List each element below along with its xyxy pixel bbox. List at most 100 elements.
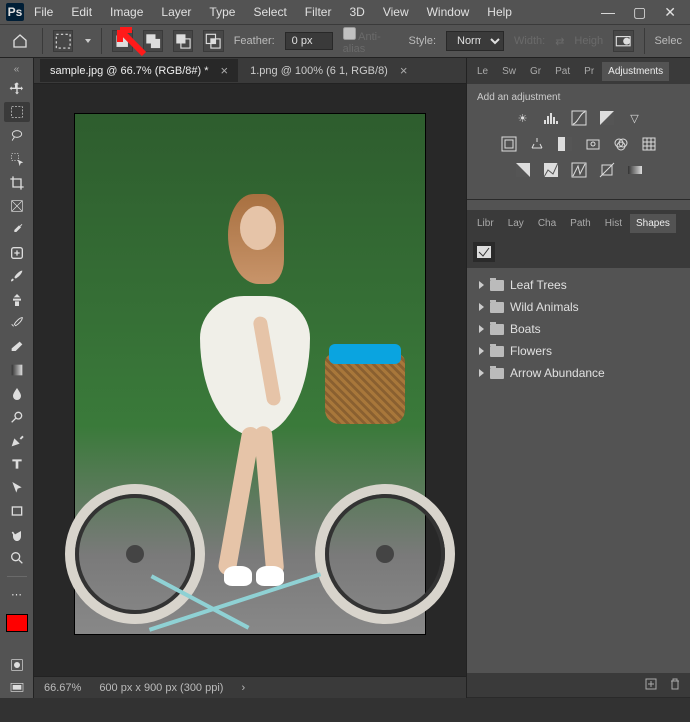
panel-tab[interactable]: Cha xyxy=(532,214,562,233)
document-tabs: sample.jpg @ 66.7% (RGB/8#) * × 1.png @ … xyxy=(34,58,466,84)
menu-window[interactable]: Window xyxy=(419,3,478,21)
menu-select[interactable]: Select xyxy=(245,3,294,21)
intersect-selection-icon[interactable] xyxy=(203,30,223,52)
status-chevron-icon[interactable]: › xyxy=(241,682,245,694)
panel-tab[interactable]: Libr xyxy=(471,214,500,233)
document-tab-2[interactable]: 1.png @ 100% (6 1, RGB/8) × xyxy=(240,59,417,82)
tree-item[interactable]: Leaf Trees xyxy=(471,274,686,296)
panel-tab[interactable]: Le xyxy=(471,62,494,81)
panel-tab[interactable]: Gr xyxy=(524,62,547,81)
panel-tab[interactable]: Hist xyxy=(599,214,628,233)
menu-image[interactable]: Image xyxy=(102,3,151,21)
photo-filter-icon[interactable] xyxy=(583,135,603,153)
shape-preview-toggle[interactable] xyxy=(473,242,495,262)
gradient-tool[interactable] xyxy=(4,361,30,380)
bw-icon[interactable] xyxy=(555,135,575,153)
vibrance-icon[interactable]: ▽ xyxy=(625,109,645,127)
new-item-icon[interactable] xyxy=(644,677,658,694)
disclosure-icon xyxy=(479,347,484,355)
panel-tab[interactable]: Pat xyxy=(549,62,576,81)
screen-mode-tool[interactable] xyxy=(4,678,30,697)
style-select[interactable]: Normal xyxy=(446,31,504,51)
tree-item[interactable]: Flowers xyxy=(471,340,686,362)
mask-mode-icon[interactable] xyxy=(613,30,633,52)
exposure-icon[interactable] xyxy=(597,109,617,127)
hand-tool[interactable] xyxy=(4,525,30,544)
panel-tab[interactable]: Pr xyxy=(578,62,600,81)
marquee-tool-icon[interactable] xyxy=(53,30,73,52)
window-minimize-button[interactable]: — xyxy=(601,4,615,20)
subtract-selection-icon[interactable] xyxy=(173,30,193,52)
crop-tool[interactable] xyxy=(4,173,30,192)
panel-tab[interactable]: Sw xyxy=(496,62,522,81)
menu-file[interactable]: File xyxy=(26,3,61,21)
panel-tab[interactable]: Lay xyxy=(502,214,530,233)
close-tab-icon[interactable]: × xyxy=(221,63,229,78)
channel-mixer-icon[interactable] xyxy=(611,135,631,153)
panel-tab-shapes[interactable]: Shapes xyxy=(630,214,676,233)
trash-icon[interactable] xyxy=(668,677,682,694)
zoom-level[interactable]: 66.67% xyxy=(44,682,81,694)
quick-select-tool[interactable] xyxy=(4,149,30,168)
zoom-tool[interactable] xyxy=(4,548,30,567)
width-label: Width: xyxy=(514,35,545,47)
quickmask-tool[interactable] xyxy=(4,655,30,674)
invert-icon[interactable] xyxy=(513,161,533,179)
levels-icon[interactable] xyxy=(541,109,561,127)
menu-view[interactable]: View xyxy=(375,3,417,21)
feather-label: Feather: xyxy=(234,35,275,47)
menu-layer[interactable]: Layer xyxy=(153,3,199,21)
menu-bar: Ps File Edit Image Layer Type Select Fil… xyxy=(0,0,690,24)
history-brush-tool[interactable] xyxy=(4,314,30,333)
menu-type[interactable]: Type xyxy=(201,3,243,21)
menu-edit[interactable]: Edit xyxy=(63,3,100,21)
gradient-map-icon[interactable] xyxy=(625,161,645,179)
window-maximize-button[interactable]: ▢ xyxy=(633,4,646,21)
color-swatches[interactable] xyxy=(6,614,28,632)
brightness-icon[interactable]: ☀ xyxy=(513,109,533,127)
tree-item[interactable]: Arrow Abundance xyxy=(471,362,686,384)
spot-heal-tool[interactable] xyxy=(4,243,30,262)
type-tool[interactable] xyxy=(4,455,30,474)
document-tab-1[interactable]: sample.jpg @ 66.7% (RGB/8#) * × xyxy=(40,59,238,82)
tree-item[interactable]: Wild Animals xyxy=(471,296,686,318)
frame-tool[interactable] xyxy=(4,196,30,215)
edit-toolbar-icon[interactable]: ⋯ xyxy=(4,585,30,604)
select-subject-button[interactable]: Selec xyxy=(654,35,682,47)
add-selection-icon[interactable] xyxy=(143,30,163,52)
panel-tab-adjustments[interactable]: Adjustments xyxy=(602,62,669,81)
tree-item[interactable]: Boats xyxy=(471,318,686,340)
blur-tool[interactable] xyxy=(4,384,30,403)
threshold-icon[interactable] xyxy=(569,161,589,179)
menu-3d[interactable]: 3D xyxy=(341,3,372,21)
close-tab-icon[interactable]: × xyxy=(400,63,408,78)
menu-filter[interactable]: Filter xyxy=(297,3,340,21)
path-select-tool[interactable] xyxy=(4,478,30,497)
menu-help[interactable]: Help xyxy=(479,3,520,21)
clone-stamp-tool[interactable] xyxy=(4,290,30,309)
panel-tab[interactable]: Path xyxy=(564,214,597,233)
dodge-tool[interactable] xyxy=(4,408,30,427)
curves-icon[interactable] xyxy=(569,109,589,127)
tree-item-label: Boats xyxy=(510,322,541,336)
posterize-icon[interactable] xyxy=(541,161,561,179)
home-button[interactable] xyxy=(8,29,32,53)
eraser-tool[interactable] xyxy=(4,337,30,356)
brush-tool[interactable] xyxy=(4,267,30,286)
feather-input[interactable] xyxy=(285,32,333,50)
eyedropper-tool[interactable] xyxy=(4,220,30,239)
rectangle-tool[interactable] xyxy=(4,501,30,520)
marquee-tool[interactable] xyxy=(4,102,30,121)
color-lookup-icon[interactable] xyxy=(639,135,659,153)
canvas-area[interactable] xyxy=(34,84,466,676)
app-logo: Ps xyxy=(6,3,24,21)
new-selection-icon[interactable] xyxy=(112,30,132,52)
selective-color-icon[interactable] xyxy=(597,161,617,179)
hue-icon[interactable] xyxy=(499,135,519,153)
pen-tool[interactable] xyxy=(4,431,30,450)
color-balance-icon[interactable] xyxy=(527,135,547,153)
lasso-tool[interactable] xyxy=(4,126,30,145)
panel-collapse-icon[interactable]: « xyxy=(14,64,20,75)
move-tool[interactable] xyxy=(4,79,30,98)
window-close-button[interactable]: ✕ xyxy=(664,4,676,21)
